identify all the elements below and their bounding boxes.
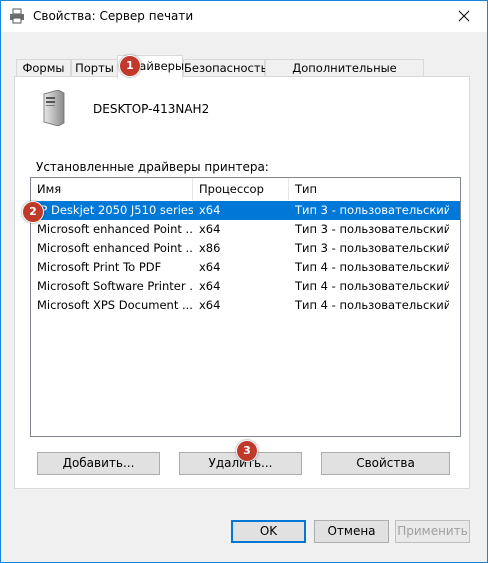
add-driver-button[interactable]: Добавить... [37,452,160,475]
driver-name: Microsoft Software Printer ... [37,279,193,293]
tab-advanced[interactable]: Дополнительные параметры [265,59,424,92]
column-header-processor[interactable]: Процессор [193,178,289,200]
driver-name: Microsoft Print To PDF [37,260,162,274]
close-icon [458,10,470,22]
driver-processor: x64 [199,222,221,236]
driver-type: Тип 4 - пользовательский ... [295,298,449,312]
apply-button[interactable]: Применить [395,520,470,543]
table-row[interactable]: Microsoft Software Printer ... x64 Тип 4… [31,277,460,296]
table-row[interactable]: Microsoft enhanced Point ... x64 Тип 3 -… [31,220,460,239]
window-title: Свойства: Сервер печати [33,9,194,23]
tab-strip: Формы Порты райверы Безопасность Дополни… [1,53,487,92]
table-row[interactable]: Microsoft XPS Document ... x64 Тип 4 - п… [31,296,460,315]
column-header-name[interactable]: Имя [31,178,193,200]
driver-type: Тип 3 - пользовательский ... [295,222,449,236]
driver-name: Microsoft enhanced Point ... [37,222,193,236]
driver-processor: x64 [199,279,221,293]
print-server-properties-window: Свойства: Сервер печати Формы Порты райв… [0,0,488,563]
driver-type: Тип 3 - пользовательский ... [295,203,449,217]
table-row[interactable]: IP Deskjet 2050 J510 series x64 Тип 3 - … [31,201,460,220]
table-row[interactable]: Microsoft enhanced Point ... x86 Тип 3 -… [31,239,460,258]
driver-name: IP Deskjet 2050 J510 series [37,203,193,217]
tab-security[interactable]: Безопасность [183,59,267,76]
tab-ports[interactable]: Порты [71,59,118,76]
cancel-button[interactable]: Отмена [314,520,389,543]
ok-button[interactable]: OK [231,520,306,543]
annotation-marker-1: 1 [119,55,141,77]
driver-type: Тип 3 - пользовательский ... [295,241,449,255]
table-row[interactable]: Microsoft Print To PDF x64 Тип 4 - польз… [31,258,460,277]
driver-type: Тип 4 - пользовательский ... [295,279,449,293]
driver-properties-button[interactable]: Свойства [321,452,450,475]
column-header-type[interactable]: Тип [289,178,446,200]
tab-forms[interactable]: Формы [16,59,71,76]
drivers-list[interactable]: Имя Процессор Тип IP Deskjet 2050 J510 s… [30,177,461,437]
annotation-marker-3: 3 [236,440,258,462]
title-bar[interactable]: Свойства: Сервер печати [1,1,487,32]
driver-processor: x64 [199,203,221,217]
tab-panel: DESKTOP-413NAH2 Установленные драйверы п… [14,76,470,489]
driver-name: Microsoft XPS Document ... [37,298,193,312]
driver-processor: x86 [199,241,221,255]
driver-name: Microsoft enhanced Point ... [37,241,193,255]
driver-processor: x64 [199,260,221,274]
drivers-list-label: Установленные драйверы принтера: [36,160,269,174]
printer-icon [10,8,24,24]
driver-processor: x64 [199,298,221,312]
close-button[interactable] [441,1,487,32]
computer-icon [43,90,65,126]
server-name: DESKTOP-413NAH2 [93,102,210,116]
driver-type: Тип 4 - пользовательский ... [295,260,449,274]
annotation-marker-2: 2 [22,201,44,223]
list-header: Имя Процессор Тип [31,178,460,200]
